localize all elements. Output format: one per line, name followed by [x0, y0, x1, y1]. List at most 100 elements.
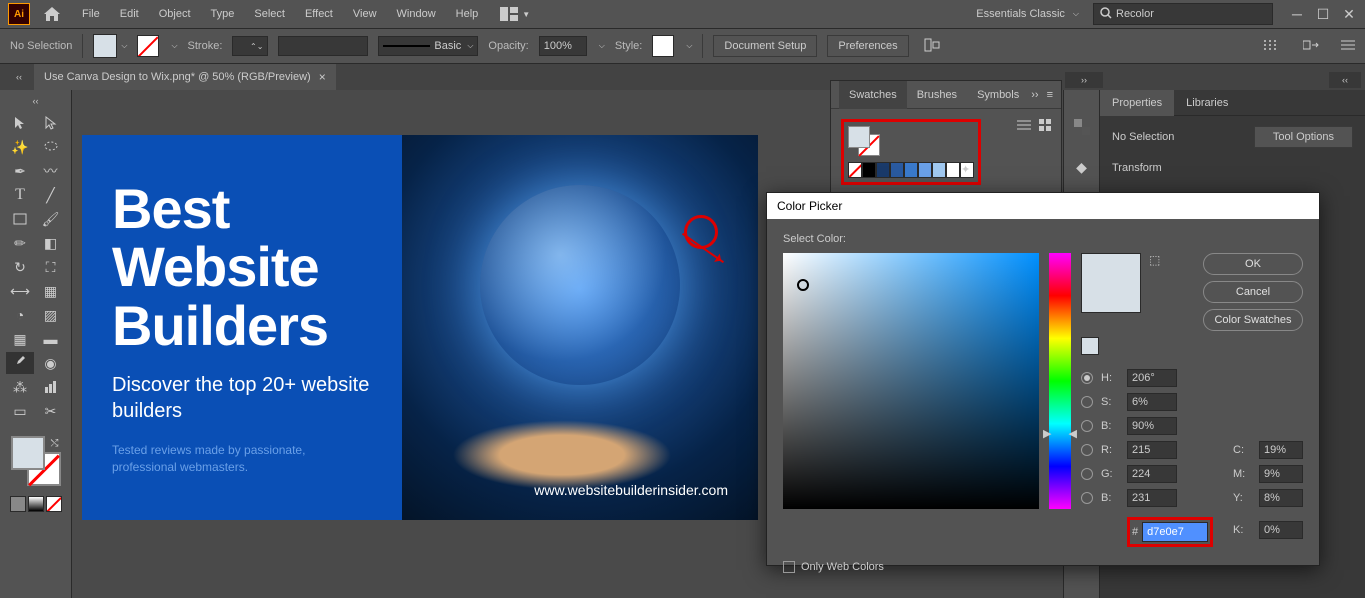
- cancel-button[interactable]: Cancel: [1203, 281, 1303, 303]
- swatch-registration[interactable]: ✦: [960, 162, 974, 178]
- only-web-colors-checkbox[interactable]: [783, 561, 795, 573]
- slice-tool[interactable]: ✂: [37, 400, 65, 422]
- free-transform-tool[interactable]: ▦: [37, 280, 65, 302]
- stroke-weight-field[interactable]: ⌃⌄: [232, 36, 268, 56]
- c-field[interactable]: 19%: [1259, 441, 1303, 459]
- search-box[interactable]: [1093, 3, 1273, 25]
- gradient-mode-swatch[interactable]: [28, 496, 44, 512]
- gradient-tool[interactable]: ▬: [37, 328, 65, 350]
- pen-tool[interactable]: ✒: [6, 160, 34, 182]
- tab-properties[interactable]: Properties: [1100, 90, 1174, 116]
- close-icon[interactable]: ×: [319, 70, 326, 84]
- stroke-swatch[interactable]: [137, 35, 159, 57]
- menu-file[interactable]: File: [74, 4, 108, 24]
- none-mode-swatch[interactable]: [46, 496, 62, 512]
- home-icon[interactable]: [42, 4, 62, 24]
- b-field[interactable]: 231: [1127, 489, 1177, 507]
- menu-effect[interactable]: Effect: [297, 4, 341, 24]
- opacity-field[interactable]: 100%: [539, 36, 587, 56]
- swap-icon[interactable]: ⤭: [51, 438, 59, 449]
- swatch[interactable]: [904, 162, 918, 178]
- chevron-down-icon[interactable]: ⌵: [599, 41, 605, 51]
- y-field[interactable]: 8%: [1259, 489, 1303, 507]
- document-setup-button[interactable]: Document Setup: [713, 35, 817, 57]
- document-tab[interactable]: Use Canva Design to Wix.png* @ 50% (RGB/…: [34, 64, 336, 90]
- rectangle-tool[interactable]: [6, 208, 34, 230]
- isolate-icon[interactable]: [1303, 38, 1321, 55]
- arrange-docs-icon[interactable]: ▼: [500, 7, 530, 21]
- radio-g[interactable]: [1081, 468, 1093, 480]
- ok-button[interactable]: OK: [1203, 253, 1303, 275]
- brush-definition[interactable]: Basic⌵: [378, 36, 478, 56]
- direct-selection-tool[interactable]: [37, 112, 65, 134]
- perspective-tool[interactable]: ▨: [37, 304, 65, 326]
- shape-builder-tool[interactable]: ◔: [6, 304, 34, 326]
- workspace-dropdown[interactable]: Essentials Classic ⌵: [966, 4, 1089, 24]
- tab-symbols[interactable]: Symbols: [967, 81, 1029, 109]
- panel-menu-icon[interactable]: ≡: [1047, 89, 1053, 101]
- lasso-tool[interactable]: [37, 136, 65, 158]
- symbol-sprayer-tool[interactable]: ⁂: [6, 376, 34, 398]
- swatch[interactable]: [946, 162, 960, 178]
- r-field[interactable]: 215: [1127, 441, 1177, 459]
- hex-field[interactable]: d7e0e7: [1142, 522, 1208, 542]
- g-field[interactable]: 224: [1127, 465, 1177, 483]
- menu-select[interactable]: Select: [246, 4, 293, 24]
- swatch[interactable]: [918, 162, 932, 178]
- tab-libraries[interactable]: Libraries: [1174, 90, 1240, 116]
- h-field[interactable]: 206°: [1127, 369, 1177, 387]
- list-view-icon[interactable]: [1017, 119, 1031, 134]
- color-field[interactable]: [783, 253, 1039, 509]
- expand-icon[interactable]: ››: [1031, 89, 1038, 101]
- k-field[interactable]: 0%: [1259, 521, 1303, 539]
- line-tool[interactable]: ╱: [37, 184, 65, 206]
- collapse-panel-icon[interactable]: ››: [1065, 72, 1103, 88]
- menu-edit[interactable]: Edit: [112, 4, 147, 24]
- type-tool[interactable]: T: [6, 184, 34, 206]
- align-icon[interactable]: [923, 37, 943, 56]
- preferences-button[interactable]: Preferences: [827, 35, 908, 57]
- tab-brushes[interactable]: Brushes: [907, 81, 967, 109]
- swatch[interactable]: [876, 162, 890, 178]
- scale-tool[interactable]: ⛶: [37, 256, 65, 278]
- transform-xy-icon[interactable]: [1261, 37, 1279, 56]
- chevron-down-icon[interactable]: ⌵: [686, 41, 692, 51]
- collapse-panel-icon[interactable]: ‹‹: [1329, 72, 1361, 88]
- eyedropper-tool[interactable]: [6, 352, 34, 374]
- shaper-tool[interactable]: ✏: [6, 232, 34, 254]
- color-guide-icon[interactable]: ◆: [1071, 156, 1093, 178]
- radio-r[interactable]: [1081, 444, 1093, 456]
- swatch[interactable]: [862, 162, 876, 178]
- var-width-profile[interactable]: [278, 36, 368, 56]
- close-button[interactable]: ✕: [1341, 6, 1357, 22]
- tab-swatches[interactable]: Swatches: [839, 81, 907, 109]
- column-graph-tool[interactable]: [37, 376, 65, 398]
- paintbrush-tool[interactable]: 🖌: [37, 208, 65, 230]
- rotate-tool[interactable]: ↻: [6, 256, 34, 278]
- eraser-tool[interactable]: ◧: [37, 232, 65, 254]
- tool-options-button[interactable]: Tool Options: [1254, 126, 1353, 148]
- maximize-button[interactable]: ☐: [1315, 6, 1331, 22]
- selection-tool[interactable]: [6, 112, 34, 134]
- chevron-down-icon[interactable]: ⌵: [121, 41, 127, 51]
- magic-wand-tool[interactable]: ✨: [6, 136, 34, 158]
- menu-object[interactable]: Object: [151, 4, 199, 24]
- radio-bl[interactable]: [1081, 492, 1093, 504]
- artboard-tool[interactable]: ▭: [6, 400, 34, 422]
- search-input[interactable]: [1116, 8, 1266, 20]
- menu-type[interactable]: Type: [203, 4, 243, 24]
- minimize-button[interactable]: ─: [1289, 6, 1305, 22]
- color-panel-icon[interactable]: [1071, 116, 1093, 138]
- radio-s[interactable]: [1081, 396, 1093, 408]
- fill-stroke-indicator[interactable]: ⤭: [11, 436, 61, 486]
- width-tool[interactable]: ⟷: [6, 280, 34, 302]
- radio-h[interactable]: [1081, 372, 1093, 384]
- color-swatches-button[interactable]: Color Swatches: [1203, 309, 1303, 331]
- curvature-tool[interactable]: 〰: [37, 160, 65, 182]
- graphic-style-swatch[interactable]: [652, 35, 674, 57]
- m-field[interactable]: 9%: [1259, 465, 1303, 483]
- chevron-down-icon[interactable]: ⌵: [171, 41, 177, 51]
- s-field[interactable]: 6%: [1127, 393, 1177, 411]
- grid-view-icon[interactable]: [1039, 119, 1051, 134]
- chevron-left-icon[interactable]: ‹‹: [29, 94, 43, 108]
